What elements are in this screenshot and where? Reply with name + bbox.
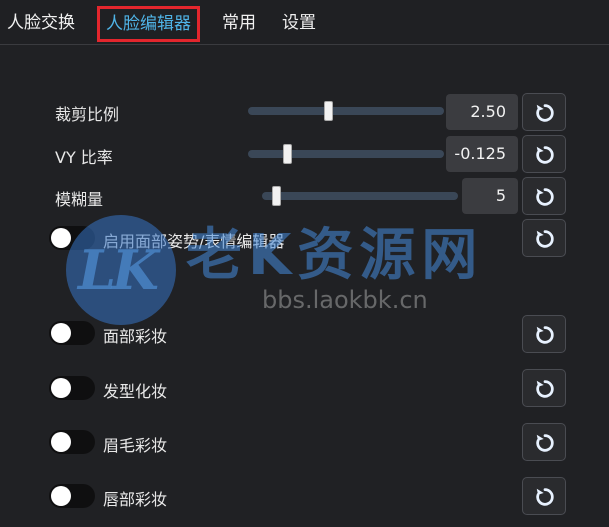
toggle-knob <box>51 486 71 506</box>
crop-ratio-reset-button[interactable] <box>522 93 566 131</box>
vy-ratio-value[interactable]: -0.125 <box>446 136 518 172</box>
toggle-knob <box>51 323 71 343</box>
refresh-icon <box>536 230 554 248</box>
toggle-knob <box>51 378 71 398</box>
tab-face-editor[interactable]: 人脸编辑器 <box>97 6 200 42</box>
face-makeup-reset-button[interactable] <box>522 315 566 353</box>
eyebrow-makeup-reset-button[interactable] <box>522 423 566 461</box>
blur-amount-value[interactable]: 5 <box>462 178 518 214</box>
refresh-icon <box>536 104 554 122</box>
blur-amount-slider-thumb[interactable] <box>271 186 281 206</box>
crop-ratio-label: 裁剪比例 <box>55 105 120 124</box>
tab-face-swap[interactable]: 人脸交换 <box>7 8 75 38</box>
watermark-url: bbs.laokbk.cn <box>262 286 428 314</box>
toggle-knob <box>51 432 71 452</box>
hair-makeup-label: 发型化妆 <box>103 382 168 401</box>
refresh-icon <box>536 434 554 452</box>
blur-amount-label: 模糊量 <box>55 190 104 209</box>
refresh-icon <box>536 326 554 344</box>
vy-ratio-slider-thumb[interactable] <box>283 144 293 164</box>
face-makeup-toggle[interactable] <box>49 321 95 345</box>
lip-makeup-label: 唇部彩妆 <box>103 490 168 509</box>
lip-makeup-reset-button[interactable] <box>522 477 566 515</box>
hair-makeup-toggle[interactable] <box>49 376 95 400</box>
tab-bar: 人脸交换 人脸编辑器 常用 设置 <box>0 0 609 45</box>
hair-makeup-reset-button[interactable] <box>522 369 566 407</box>
crop-ratio-slider-track[interactable] <box>248 107 444 115</box>
eyebrow-makeup-toggle[interactable] <box>49 430 95 454</box>
toggle-knob <box>51 228 71 248</box>
blur-amount-slider-track[interactable] <box>262 192 458 200</box>
refresh-icon <box>536 380 554 398</box>
refresh-icon <box>536 188 554 206</box>
vy-ratio-slider-track[interactable] <box>248 150 444 158</box>
pose-expression-reset-button[interactable] <box>522 219 566 257</box>
vy-ratio-reset-button[interactable] <box>522 135 566 173</box>
blur-amount-reset-button[interactable] <box>522 177 566 215</box>
eyebrow-makeup-label: 眉毛彩妆 <box>103 436 168 455</box>
vy-ratio-label: VY 比率 <box>55 148 113 167</box>
watermark-title: 老K资源网 <box>186 223 484 288</box>
face-makeup-label: 面部彩妆 <box>103 327 168 346</box>
watermark-logo-text: LK <box>78 238 159 302</box>
lip-makeup-toggle[interactable] <box>49 484 95 508</box>
tab-common[interactable]: 常用 <box>222 8 256 38</box>
tab-settings[interactable]: 设置 <box>282 8 316 38</box>
crop-ratio-value[interactable]: 2.50 <box>446 94 518 130</box>
face-editor-panel: 人脸交换 人脸编辑器 常用 设置 裁剪比例 2.50 VY 比率 -0.125 … <box>0 0 609 527</box>
crop-ratio-slider-thumb[interactable] <box>324 101 334 121</box>
refresh-icon <box>536 488 554 506</box>
refresh-icon <box>536 146 554 164</box>
